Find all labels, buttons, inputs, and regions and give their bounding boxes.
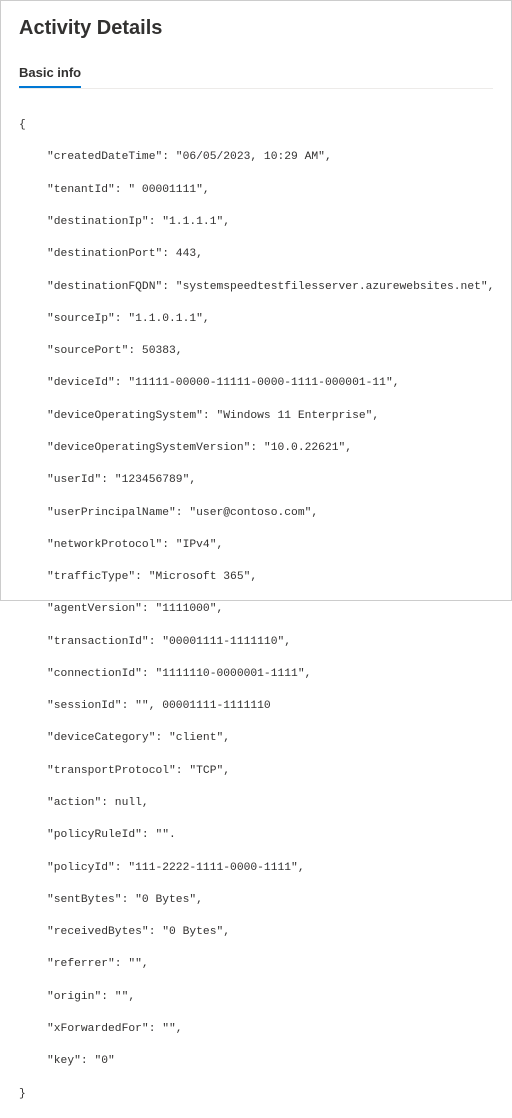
kv-deviceCategory: "deviceCategory": "client", [19, 730, 493, 746]
kv-referrer: "referrer": "", [19, 956, 493, 972]
kv-destinationFQDN: "destinationFQDN": "systemspeedtestfiles… [19, 279, 493, 295]
kv-sessionId: "sessionId": "", 00001111-1111110 [19, 698, 493, 714]
kv-deviceId: "deviceId": "11111-00000-11111-0000-1111… [19, 375, 493, 391]
tab-basic-info[interactable]: Basic info [19, 65, 81, 88]
kv-xForwardedFor: "xForwardedFor": "", [19, 1021, 493, 1037]
kv-sentBytes: "sentBytes": "0 Bytes", [19, 892, 493, 908]
kv-connectionId: "connectionId": "1111110-0000001-1111", [19, 666, 493, 682]
kv-origin: "origin": "", [19, 989, 493, 1005]
json-open-brace: { [19, 117, 493, 133]
kv-receivedBytes: "receivedBytes": "0 Bytes", [19, 924, 493, 940]
kv-deviceOperatingSystemVersion: "deviceOperatingSystemVersion": "10.0.22… [19, 440, 493, 456]
kv-policyId: "policyId": "111-2222-1111-0000-1111", [19, 860, 493, 876]
kv-transactionId: "transactionId": "00001111-1111110", [19, 634, 493, 650]
kv-deviceOperatingSystem: "deviceOperatingSystem": "Windows 11 Ent… [19, 408, 493, 424]
kv-agentVersion: "agentVersion": "1111000", [19, 601, 493, 617]
page-title: Activity Details [19, 17, 493, 40]
kv-sourceIp: "sourceIp": "1.1.0.1.1", [19, 311, 493, 327]
kv-destinationPort: "destinationPort": 443, [19, 246, 493, 262]
kv-key: "key": "0" [19, 1053, 493, 1069]
kv-destinationIp: "destinationIp": "1.1.1.1", [19, 214, 493, 230]
json-details: { "createdDateTime": "06/05/2023, 10:29 … [19, 101, 493, 1118]
kv-transportProtocol: "transportProtocol": "TCP", [19, 763, 493, 779]
kv-trafficType: "trafficType": "Microsoft 365", [19, 569, 493, 585]
kv-sourcePort: "sourcePort": 50383, [19, 343, 493, 359]
kv-userPrincipalName: "userPrincipalName": "user@contoso.com", [19, 505, 493, 521]
kv-userId: "userId": "123456789", [19, 472, 493, 488]
kv-tenantId: "tenantId": " 00001111", [19, 182, 493, 198]
kv-createdDateTime: "createdDateTime": "06/05/2023, 10:29 AM… [19, 149, 493, 165]
tab-strip: Basic info [19, 64, 493, 89]
kv-networkProtocol: "networkProtocol": "IPv4", [19, 537, 493, 553]
kv-action: "action": null, [19, 795, 493, 811]
kv-policyRuleId: "policyRuleId": "". [19, 827, 493, 843]
json-close-brace: } [19, 1086, 493, 1102]
